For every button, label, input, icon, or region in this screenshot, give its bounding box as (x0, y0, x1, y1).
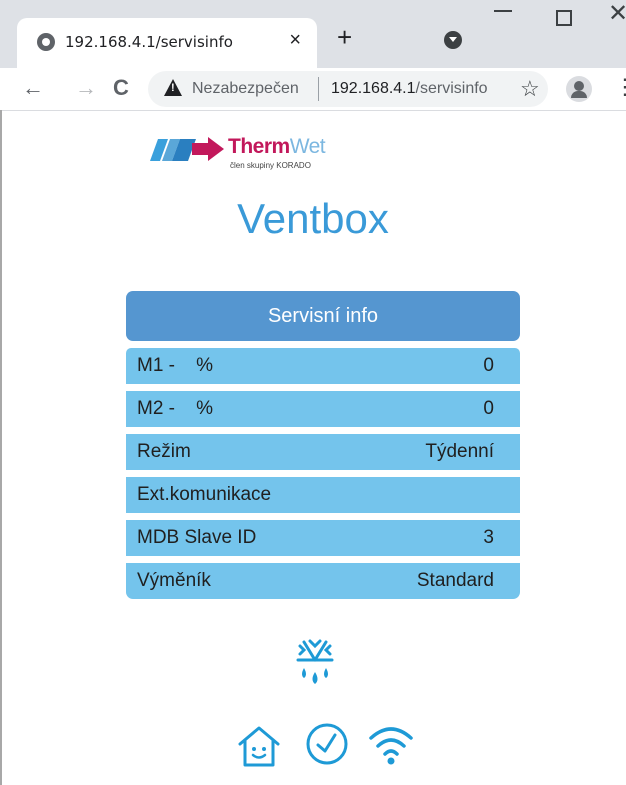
menu-dots-icon[interactable]: ⋮ (614, 74, 626, 100)
warning-icon[interactable] (164, 79, 182, 96)
browser-tabbar: 192.168.4.1/servisinfo × + ✕ (0, 0, 626, 68)
row-label: Režim (137, 441, 191, 462)
snowflake-drops-icon (296, 639, 334, 684)
browser-tab[interactable]: 192.168.4.1/servisinfo × (17, 18, 317, 68)
row-label: M2 - % (137, 398, 214, 419)
security-label[interactable]: Nezabezpečen (192, 80, 299, 98)
row-value: 3 (483, 527, 494, 548)
logo-tagline: člen skupiny KORADO (230, 161, 311, 170)
row-value: 0 (483, 355, 494, 376)
service-info-panel: Servisní info M1 - % 0 M2 - % 0 Režim Tý… (126, 291, 520, 599)
row-value: Týdenní (425, 441, 494, 462)
info-row: Výměník Standard (126, 563, 520, 599)
tab-search-icon[interactable] (444, 31, 462, 49)
home-icon[interactable] (237, 724, 281, 768)
row-label: Ext.komunikace (137, 484, 272, 505)
logo-brand-accent: Wet (289, 135, 326, 158)
info-row: Ext.komunikace (126, 477, 520, 513)
new-tab-button[interactable]: + (337, 24, 352, 50)
profile-icon[interactable] (566, 76, 592, 102)
info-row: M2 - % 0 (126, 391, 520, 427)
address-divider (318, 77, 319, 101)
info-row: M1 - % 0 (126, 348, 520, 384)
reload-icon[interactable]: C (113, 74, 129, 102)
window-close-icon[interactable]: ✕ (608, 2, 626, 26)
forward-icon[interactable]: → (75, 74, 97, 102)
url-path: /servisinfo (415, 80, 488, 97)
minimize-icon[interactable] (494, 10, 512, 12)
panel-header: Servisní info (126, 291, 520, 341)
wifi-icon[interactable] (368, 724, 414, 766)
globe-icon (37, 33, 55, 51)
clock-icon[interactable] (305, 722, 349, 766)
tab-title: 192.168.4.1/servisinfo (65, 33, 233, 51)
bookmark-star-icon[interactable]: ☆ (520, 76, 540, 102)
thermwet-logo: ThermWet člen skupiny KORADO (148, 135, 348, 175)
row-value: 0 (483, 398, 494, 419)
logo-brand-main: Therm (228, 135, 290, 158)
logo-mark-icon (150, 137, 224, 161)
row-label: MDB Slave ID (137, 527, 257, 548)
info-row: Režim Týdenní (126, 434, 520, 470)
info-row: MDB Slave ID 3 (126, 520, 520, 556)
url-text[interactable]: 192.168.4.1/servisinfo (331, 80, 488, 98)
browser-toolbar: ← → C Nezabezpečen 192.168.4.1/servisinf… (0, 68, 626, 111)
tab-close-icon[interactable]: × (289, 29, 301, 52)
url-host: 192.168.4.1 (331, 80, 416, 97)
row-label: Výměník (137, 570, 211, 591)
row-label: M1 - % (137, 355, 214, 376)
maximize-icon[interactable] (556, 10, 572, 26)
row-value: Standard (416, 570, 494, 591)
logo-wordmark: ThermWet (228, 135, 326, 159)
back-icon[interactable]: ← (22, 74, 44, 102)
page-title: Ventbox (237, 195, 389, 242)
address-bar[interactable]: Nezabezpečen 192.168.4.1/servisinfo ☆ (148, 71, 548, 107)
